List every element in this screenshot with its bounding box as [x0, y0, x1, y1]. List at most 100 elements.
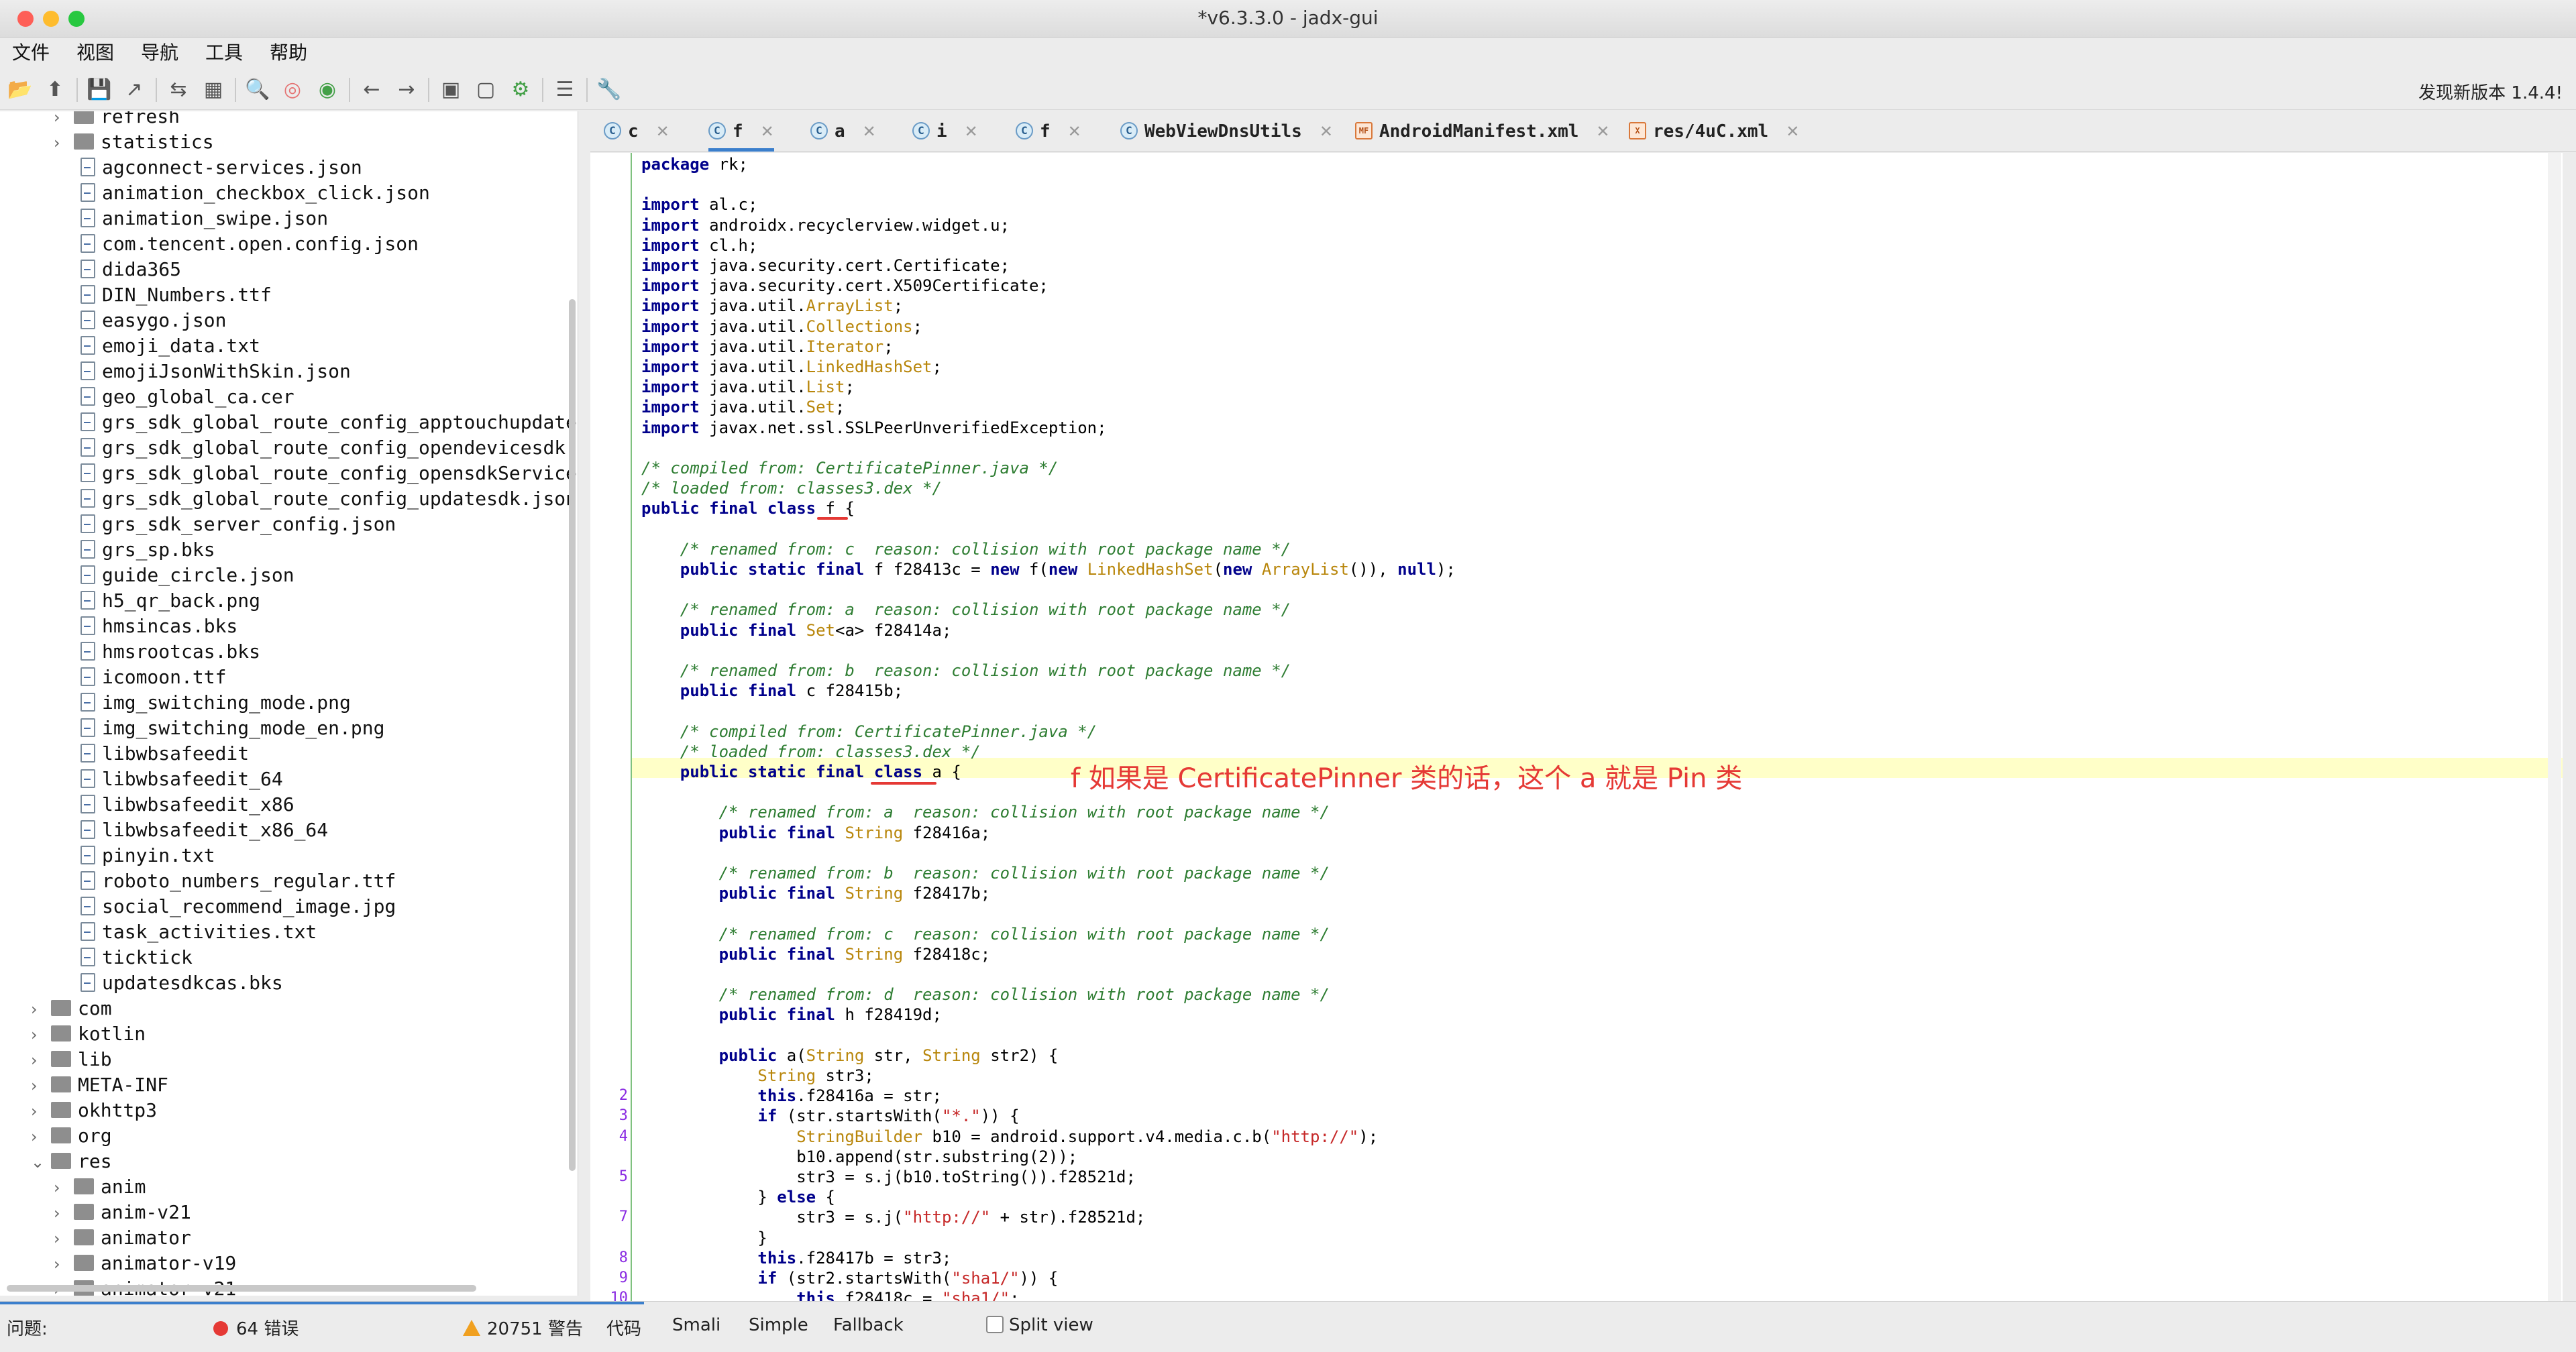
tree-file[interactable]: animation_checkbox_click.json	[80, 181, 430, 205]
code-line[interactable]: package rk;	[641, 154, 748, 174]
tree-file[interactable]: libwbsafeedit	[80, 742, 249, 766]
code-line[interactable]: str3 = s.j("http://" + str).f28521d;	[641, 1207, 1145, 1227]
tab-6[interactable]: C WebViewDnsUtils ✕	[1120, 111, 1333, 152]
code-line[interactable]: this.f28416a = str;	[641, 1086, 942, 1106]
close-tab-icon[interactable]: ✕	[1596, 122, 1609, 141]
log-viewer-icon[interactable]: ☰	[551, 76, 578, 103]
tree-folder[interactable]: › refresh	[54, 111, 180, 129]
code-line[interactable]: import java.util.Collections;	[641, 317, 922, 337]
forward-arrow-icon[interactable]: →	[393, 76, 420, 103]
tree-file[interactable]: DIN_Numbers.ttf	[80, 283, 272, 307]
deobfuscation-icon[interactable]: ▣	[437, 76, 464, 103]
code-line[interactable]: public final String f28417b;	[641, 883, 991, 903]
code-line[interactable]: if (str.startsWith("*.")) {	[641, 1106, 1019, 1126]
export-icon[interactable]: ↗	[121, 76, 148, 103]
tree-folder[interactable]: › animator-v19	[54, 1251, 236, 1276]
tree-file[interactable]: animation_swipe.json	[80, 207, 328, 231]
tree-folder[interactable]: ⌄ res	[31, 1149, 112, 1174]
tab-7[interactable]: MF AndroidManifest.xml ✕	[1355, 111, 1610, 152]
warnings-count[interactable]: 20751 警告	[463, 1315, 583, 1340]
code-line[interactable]: import java.util.Set;	[641, 397, 845, 417]
menu-navigate[interactable]: 导航	[141, 39, 178, 67]
tab-1[interactable]: Cc ✕	[604, 111, 669, 152]
tree-folder[interactable]: › lib	[31, 1048, 112, 1072]
close-tab-icon[interactable]: ✕	[965, 122, 978, 141]
code-line[interactable]: StringBuilder b10 = android.support.v4.m…	[641, 1127, 1378, 1147]
code-line[interactable]: /* renamed from: a reason: collision wit…	[641, 802, 1330, 822]
bookmark-icon[interactable]: ▢	[472, 76, 499, 103]
sync-tree-icon[interactable]: ⇆	[165, 76, 192, 103]
code-line[interactable]: import java.util.ArrayList;	[641, 296, 903, 316]
open-file-icon[interactable]: 📂	[7, 76, 34, 103]
back-arrow-icon[interactable]: ←	[358, 76, 385, 103]
menu-help[interactable]: 帮助	[270, 39, 307, 67]
tree-file[interactable]: grs_sdk_global_route_config_opensdkServi…	[80, 461, 578, 486]
code-line[interactable]: /* renamed from: d reason: collision wit…	[641, 984, 1330, 1005]
tree-file[interactable]: ticktick	[80, 946, 193, 970]
code-line[interactable]: str3 = s.j(b10.toString()).f28521d;	[641, 1167, 1136, 1187]
tree-file[interactable]: img_switching_mode.png	[80, 691, 351, 715]
tree-file[interactable]: grs_sp.bks	[80, 538, 215, 562]
preferences-wrench-icon[interactable]: 🔧	[596, 76, 623, 103]
tab-fallback[interactable]: Fallback	[833, 1315, 904, 1335]
tree-file[interactable]: pinyin.txt	[80, 844, 215, 868]
tab-4[interactable]: Ci ✕	[912, 111, 978, 152]
code-line[interactable]: import java.util.List;	[641, 377, 855, 397]
tree-file[interactable]: libwbsafeedit_x86_64	[80, 818, 328, 842]
tab-5[interactable]: Cf ✕	[1016, 111, 1081, 152]
code-line[interactable]: } else {	[641, 1187, 835, 1207]
code-line[interactable]: this.f28417b = str3;	[641, 1248, 951, 1268]
close-tab-icon[interactable]: ✕	[1068, 122, 1081, 141]
add-files-icon[interactable]: ⬆	[42, 76, 68, 103]
tree-file[interactable]: grs_sdk_global_route_config_apptouchupda…	[80, 410, 578, 435]
tree-file[interactable]: libwbsafeedit_64	[80, 767, 283, 791]
code-line[interactable]: /* compiled from: CertificatePinner.java…	[641, 458, 1058, 478]
menu-file[interactable]: 文件	[12, 39, 50, 67]
chevron-right-icon[interactable]: ›	[31, 1023, 51, 1047]
tree-file[interactable]: hmsrootcas.bks	[80, 640, 260, 664]
menu-view[interactable]: 视图	[76, 39, 114, 67]
code-line[interactable]: /* compiled from: CertificatePinner.java…	[641, 722, 1097, 742]
code-line[interactable]: public a(String str, String str2) {	[641, 1046, 1059, 1066]
tree-file[interactable]: com.tencent.open.config.json	[80, 232, 419, 256]
code-line[interactable]: if (str2.startsWith("sha1/")) {	[641, 1268, 1058, 1288]
tree-file[interactable]: hmsincas.bks	[80, 614, 237, 638]
tree-folder[interactable]: › anim-v21	[54, 1200, 191, 1225]
tree-file[interactable]: emojiJsonWithSkin.json	[80, 359, 351, 384]
save-all-icon[interactable]: 💾	[86, 76, 113, 103]
close-tab-icon[interactable]: ✕	[1786, 122, 1799, 141]
code-line[interactable]: public final String f28416a;	[641, 823, 991, 843]
tree-file[interactable]: grs_sdk_global_route_config_opendevicesd…	[80, 436, 578, 460]
tree-file[interactable]: geo_global_ca.cer	[80, 385, 294, 409]
tree-horizontal-scrollbar[interactable]	[7, 1285, 476, 1292]
code-line[interactable]: b10.append(str.substring(2));	[641, 1147, 1077, 1167]
code-line[interactable]: import java.security.cert.X509Certificat…	[641, 276, 1049, 296]
tree-file[interactable]: libwbsafeedit_x86	[80, 793, 294, 817]
code-line[interactable]: import androidx.recyclerview.widget.u;	[641, 215, 1010, 235]
chevron-right-icon[interactable]: ›	[54, 131, 74, 155]
tab-3[interactable]: Ca ✕	[810, 111, 876, 152]
search-icon[interactable]: 🔍	[244, 76, 271, 103]
tree-file[interactable]: agconnect-services.json	[80, 156, 362, 180]
code-line[interactable]: /* renamed from: b reason: collision wit…	[641, 863, 1330, 883]
tree-file[interactable]: guide_circle.json	[80, 563, 294, 587]
tree-file[interactable]: dida365	[80, 258, 181, 282]
code-editor[interactable]: package rk; import al.c; import androidx.r…	[590, 153, 2563, 1301]
code-line[interactable]: /* renamed from: a reason: collision wit…	[641, 600, 1291, 620]
tree-file[interactable]: grs_sdk_global_route_config_updatesdk.js…	[80, 487, 577, 511]
close-tab-icon[interactable]: ✕	[863, 122, 876, 141]
tree-folder[interactable]: › META-INF	[31, 1073, 168, 1097]
chevron-right-icon[interactable]: ›	[31, 1048, 51, 1072]
tree-file[interactable]: updatesdkcas.bks	[80, 971, 283, 995]
code-line[interactable]: import java.security.cert.Certificate;	[641, 256, 1010, 276]
code-line[interactable]: }	[641, 1228, 767, 1248]
code-line[interactable]: /* loaded from: classes3.dex */	[641, 742, 981, 762]
code-line[interactable]: /* renamed from: c reason: collision wit…	[641, 924, 1330, 944]
tree-file[interactable]: icomoon.ttf	[80, 665, 226, 689]
tree-folder[interactable]: › kotlin	[31, 1022, 146, 1046]
chevron-right-icon[interactable]: ›	[54, 1201, 74, 1225]
close-tab-icon[interactable]: ✕	[656, 122, 669, 141]
code-line[interactable]: /* renamed from: c reason: collision wit…	[641, 539, 1291, 559]
chevron-right-icon[interactable]: ›	[31, 1125, 51, 1149]
chevron-right-icon[interactable]: ›	[54, 111, 74, 129]
